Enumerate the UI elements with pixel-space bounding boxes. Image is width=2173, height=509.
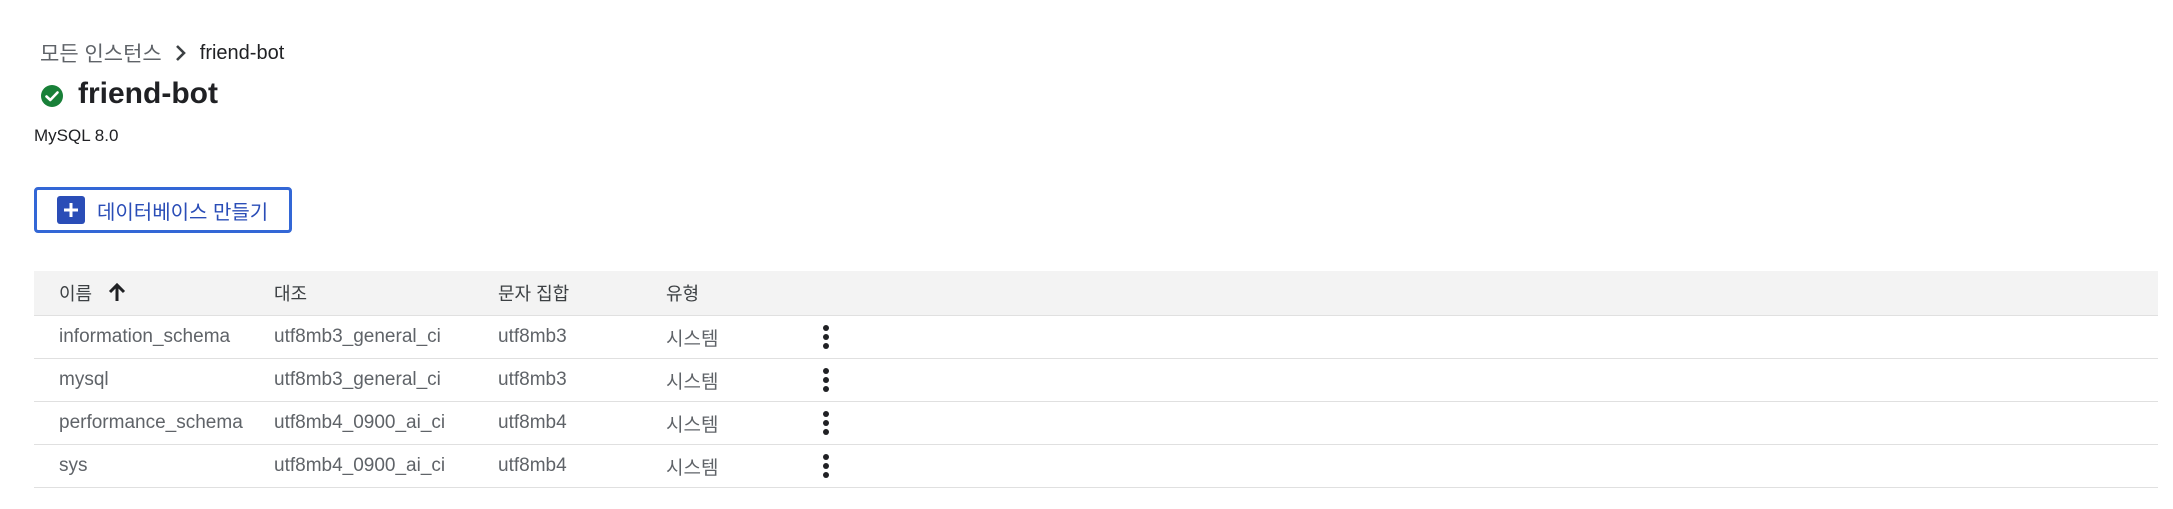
row-charset: utf8mb4 <box>498 455 567 476</box>
row-type: 시스템 <box>666 328 719 350</box>
table-row: mysql utf8mb3_general_ci utf8mb3 시스템 <box>34 359 2158 402</box>
row-name: performance_schema <box>59 412 243 433</box>
row-type: 시스템 <box>666 371 719 393</box>
breadcrumb-current: friend-bot <box>199 41 285 64</box>
header-collation: 대조 <box>274 284 308 304</box>
row-name: information_schema <box>59 326 231 347</box>
table-header: 이름 대조 문자 집합 유형 <box>34 271 2158 316</box>
row-collation: utf8mb4_0900_ai_ci <box>274 412 446 433</box>
plus-icon <box>57 196 85 224</box>
title-row: friend-bot <box>40 74 218 114</box>
row-name: mysql <box>59 369 109 390</box>
more-vert-icon[interactable] <box>806 367 846 393</box>
create-database-label: 데이터베이스 만들기 <box>97 201 269 224</box>
more-vert-icon[interactable] <box>806 324 846 350</box>
database-table: 이름 대조 문자 집합 유형 information_schema utf8mb… <box>34 271 2158 488</box>
row-charset: utf8mb3 <box>498 369 567 390</box>
header-name[interactable]: 이름 <box>34 280 274 306</box>
more-vert-icon[interactable] <box>806 410 846 436</box>
row-charset: utf8mb3 <box>498 326 567 347</box>
row-collation: utf8mb4_0900_ai_ci <box>274 455 446 476</box>
header-type: 유형 <box>666 284 700 304</box>
table-row: information_schema utf8mb3_general_ci ut… <box>34 316 2158 359</box>
page: 모든 인스턴스 friend-bot friend-bot MySQL 8.0 … <box>0 0 2173 509</box>
header-charset: 문자 집합 <box>498 284 570 304</box>
page-title: friend-bot <box>78 77 218 110</box>
row-collation: utf8mb3_general_ci <box>274 369 441 390</box>
row-type: 시스템 <box>666 457 719 479</box>
more-vert-icon[interactable] <box>806 453 846 479</box>
row-collation: utf8mb3_general_ci <box>274 326 441 347</box>
arrow-up-icon[interactable] <box>106 282 128 304</box>
header-name-label: 이름 <box>59 284 93 304</box>
check-circle-icon <box>40 84 64 108</box>
table-row: sys utf8mb4_0900_ai_ci utf8mb4 시스템 <box>34 445 2158 488</box>
breadcrumb: 모든 인스턴스 friend-bot <box>40 38 284 68</box>
table-row: performance_schema utf8mb4_0900_ai_ci ut… <box>34 402 2158 445</box>
create-database-button[interactable]: 데이터베이스 만들기 <box>34 187 292 233</box>
row-name: sys <box>59 455 88 476</box>
breadcrumb-all-instances-link[interactable]: 모든 인스턴스 <box>40 38 162 68</box>
row-type: 시스템 <box>666 414 719 436</box>
row-charset: utf8mb4 <box>498 412 567 433</box>
chevron-right-icon <box>166 38 196 68</box>
instance-version: MySQL 8.0 <box>34 126 119 145</box>
